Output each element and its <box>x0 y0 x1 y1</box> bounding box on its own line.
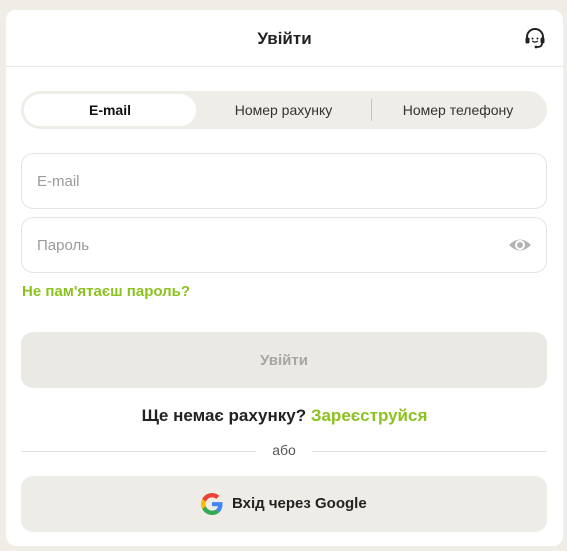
divider-line-left <box>21 451 256 452</box>
divider-line-right <box>312 451 547 452</box>
email-field <box>21 153 547 209</box>
tab-account-number[interactable]: Номер рахунку <box>196 94 371 126</box>
headset-icon[interactable] <box>523 26 547 50</box>
password-field <box>21 217 547 273</box>
page-title: Увійти <box>257 29 312 48</box>
google-login-label: Вхід через Google <box>232 495 367 512</box>
google-logo-icon <box>201 493 223 515</box>
email-input[interactable] <box>37 154 497 208</box>
login-method-tabs: E-mail Номер рахунку Номер телефону <box>21 91 547 129</box>
tab-phone-number[interactable]: Номер телефону <box>372 94 544 126</box>
google-login-button[interactable]: Вхід через Google <box>21 476 547 532</box>
divider-text: або <box>272 442 296 458</box>
login-modal: Увійти E-mail Номер рахунку Номер телефо… <box>6 10 563 546</box>
register-prompt-text: Ще немає рахунку? <box>141 406 307 425</box>
login-button[interactable]: Увійти <box>21 332 547 388</box>
register-link[interactable]: Зареєструйся <box>311 406 428 425</box>
register-prompt: Ще немає рахунку? Зареєструйся <box>6 406 563 426</box>
forgot-password-link[interactable]: Не пам'ятаєш пароль? <box>22 283 190 300</box>
eye-icon[interactable] <box>508 235 532 255</box>
modal-header: Увійти <box>6 10 563 67</box>
tab-email[interactable]: E-mail <box>24 94 196 126</box>
password-input[interactable] <box>37 218 497 272</box>
